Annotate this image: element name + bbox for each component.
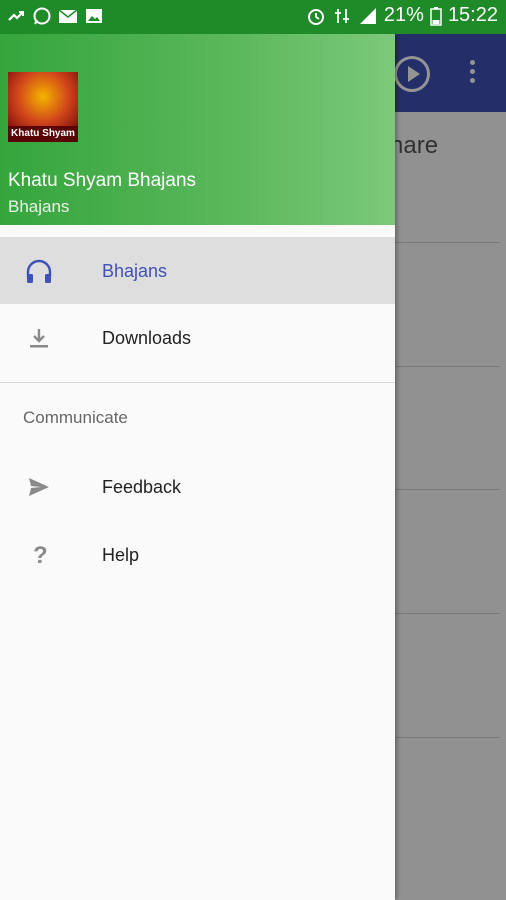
help-icon: ? <box>24 541 54 569</box>
nav-item-label: Feedback <box>102 477 182 497</box>
nav-item-feedback[interactable]: Feedback <box>0 453 395 520</box>
drawer-divider <box>0 382 395 383</box>
system-status: 21% 15:22 <box>306 4 498 27</box>
download-icon <box>24 324 54 352</box>
send-icon <box>24 473 54 501</box>
app-title: Khatu Shyam Bhajans <box>8 170 197 191</box>
app-subtitle: Bhajans <box>8 197 70 216</box>
nav-item-help[interactable]: ? Help <box>0 521 395 588</box>
battery-percent: 21% <box>383 4 424 26</box>
nav-item-downloads[interactable]: Downloads <box>0 304 395 371</box>
svg-text:?: ? <box>33 542 48 569</box>
notification-icons <box>6 6 104 26</box>
nav-item-label: Downloads <box>102 328 192 348</box>
signal-icon <box>359 7 376 24</box>
image-icon <box>86 9 102 23</box>
battery-icon <box>430 6 442 26</box>
nav-item-label: Bhajans <box>102 261 168 281</box>
whatsapp-icon <box>33 7 51 25</box>
navigation-drawer: Khatu Shyam Khatu Shyam Bhajans Bhajans … <box>0 34 395 900</box>
clock: 15:22 <box>447 4 498 26</box>
data-icon <box>334 8 349 23</box>
alarm-icon <box>307 8 324 25</box>
status-bar: 21% 15:22 <box>0 0 506 34</box>
drawer-header: Khatu Shyam Khatu Shyam Bhajans Bhajans <box>0 34 395 225</box>
email-icon <box>58 9 78 23</box>
section-header-communicate: Communicate <box>23 408 128 427</box>
app-logo-caption: Khatu Shyam <box>8 126 78 142</box>
app-logo: Khatu Shyam <box>8 72 78 142</box>
nav-item-bhajans[interactable]: Bhajans <box>0 237 395 304</box>
nav-item-label: Help <box>102 545 140 565</box>
missed-call-icon <box>8 11 24 21</box>
headphones-icon <box>24 257 54 285</box>
